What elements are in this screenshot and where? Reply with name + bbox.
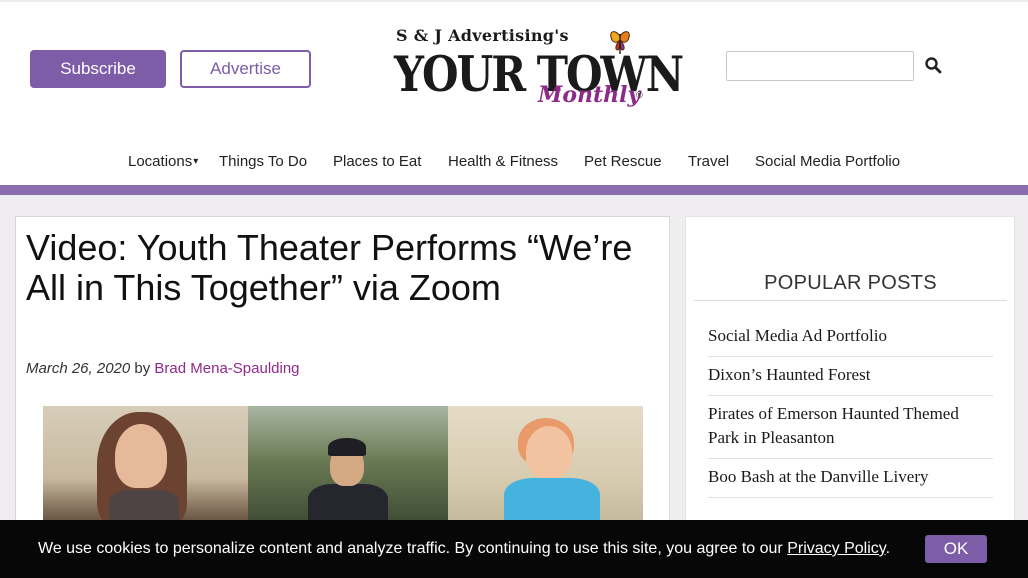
hair-shape [328, 438, 366, 456]
video-panel-1 [43, 406, 248, 526]
nav-item-health-fitness[interactable]: Health & Fitness [448, 153, 558, 170]
butterfly-icon [610, 31, 630, 54]
logo-subtitle: Monthly [538, 82, 641, 108]
popular-posts-list: Social Media Ad Portfolio Dixon’s Haunte… [708, 318, 993, 498]
caret-down-icon: ▾ [193, 156, 199, 167]
nav-item-locations[interactable]: Locations▾ [128, 153, 198, 170]
nav-item-places-to-eat[interactable]: Places to Eat [333, 153, 421, 170]
divider [694, 300, 1007, 301]
nav-item-travel[interactable]: Travel [688, 153, 729, 170]
site-header: Subscribe Advertise S & J Advertising's … [0, 0, 1028, 140]
cookie-ok-button[interactable]: OK [925, 535, 987, 563]
main-nav: Locations▾ Things To Do Places to Eat He… [0, 150, 1028, 174]
search-input[interactable] [726, 51, 914, 81]
cookie-text: We use cookies to personalize content an… [38, 540, 783, 557]
advertise-button[interactable]: Advertise [180, 50, 311, 88]
face-shape [526, 426, 572, 478]
popular-posts-heading: POPULAR POSTS [764, 272, 937, 294]
article-meta: March 26, 2020 by Brad Mena-Spaulding [26, 360, 300, 377]
popular-post-link[interactable]: Dixon’s Haunted Forest [708, 357, 993, 396]
nav-item-social-media-portfolio[interactable]: Social Media Portfolio [755, 153, 900, 170]
popular-post-link[interactable]: Boo Bash at the Danville Livery [708, 459, 993, 498]
privacy-policy-link[interactable]: Privacy Policy [787, 540, 885, 557]
cookie-message: We use cookies to personalize content an… [38, 540, 890, 558]
logo-tagline: S & J Advertising's [396, 26, 569, 45]
video-thumbnail[interactable] [43, 406, 643, 526]
video-panel-3 [448, 406, 643, 526]
popular-post-link[interactable]: Pirates of Emerson Haunted Themed Park i… [708, 396, 993, 459]
video-panel-2 [248, 406, 448, 526]
author-link[interactable]: Brad Mena-Spaulding [154, 360, 299, 377]
nav-item-things-to-do[interactable]: Things To Do [219, 153, 307, 170]
subscribe-button[interactable]: Subscribe [30, 50, 166, 88]
popular-post-link[interactable]: Social Media Ad Portfolio [708, 318, 993, 357]
search-icon[interactable] [924, 56, 942, 74]
article-date: March 26, 2020 [26, 360, 131, 377]
nav-item-pet-rescue[interactable]: Pet Rescue [584, 153, 662, 170]
registered-mark: ® [636, 90, 643, 100]
face-shape [115, 424, 167, 488]
cookie-period: . [885, 540, 891, 557]
nav-item-label: Locations [128, 153, 193, 170]
site-logo[interactable]: S & J Advertising's YOUR TOWN Monthly ® [392, 24, 684, 116]
byline-by: by [134, 360, 151, 377]
article-title: Video: Youth Theater Performs “We’re All… [26, 227, 633, 308]
nav-divider-bar [0, 185, 1028, 195]
body-shape [504, 478, 600, 526]
